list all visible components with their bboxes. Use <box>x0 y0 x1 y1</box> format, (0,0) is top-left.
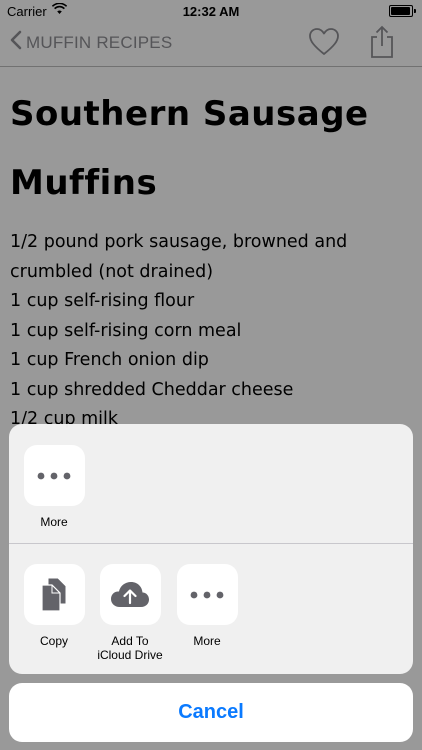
more-actions-button[interactable]: More <box>169 564 245 648</box>
more-actions-label: More <box>193 634 221 648</box>
more-icon <box>23 445 85 506</box>
copy-icon <box>23 564 85 625</box>
icloud-drive-label-line2: iCloud Drive <box>97 648 163 662</box>
copy-label: Copy <box>39 634 68 648</box>
share-sheet-apps-row: More <box>9 424 413 543</box>
share-sheet-actions-row: Copy Add To iCloud Drive More <box>9 544 413 674</box>
more-apps-button[interactable]: More <box>16 445 92 529</box>
more-icon <box>176 564 238 625</box>
more-apps-label: More <box>40 515 68 529</box>
add-to-icloud-drive-button[interactable]: Add To iCloud Drive <box>92 564 168 662</box>
copy-button[interactable]: Copy <box>16 564 92 648</box>
cancel-label: Cancel <box>178 701 244 723</box>
cancel-button[interactable]: Cancel <box>9 683 413 742</box>
share-sheet: More Copy Add To iCloud Drive More <box>9 424 413 674</box>
icloud-drive-label: Add To iCloud Drive <box>92 634 168 662</box>
icloud-drive-label-line1: Add To <box>111 634 149 648</box>
icloud-upload-icon <box>99 564 161 625</box>
